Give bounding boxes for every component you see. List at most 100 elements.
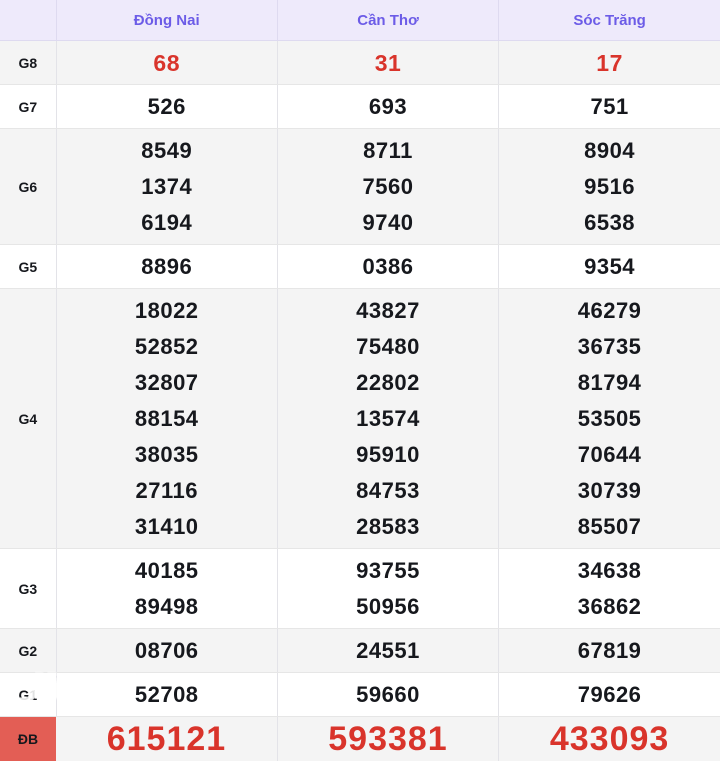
prize-number-cell: 43827754802280213574959108475328583 [277, 289, 498, 549]
prize-number-cell: 79626 [499, 673, 720, 717]
prize-row: G8 68 31 17 [0, 41, 720, 85]
prize-number: 50956 [356, 589, 420, 625]
prize-number-cell: 871175609740 [277, 129, 498, 245]
prize-number: 30739 [578, 473, 642, 509]
prize-number-cell: 68 [56, 41, 277, 85]
prize-number: 17 [596, 45, 623, 81]
prize-number-cell: 9375550956 [277, 549, 498, 629]
prize-number: 08706 [135, 633, 199, 669]
prize-label: G4 [0, 289, 56, 549]
prize-label: G3 [0, 549, 56, 629]
prize-number-cell: 4018589498 [56, 549, 277, 629]
prize-number-cell: 854913746194 [56, 129, 277, 245]
prize-number: 79626 [578, 677, 642, 713]
prize-number: 43827 [356, 293, 420, 329]
prize-number-cell: 8896 [56, 245, 277, 289]
prize-number: 18022 [135, 293, 199, 329]
prize-number: 40185 [135, 553, 199, 589]
prize-number: 59660 [356, 677, 420, 713]
prize-number: 52852 [135, 329, 199, 365]
prize-row: G5 8896 0386 9354 [0, 245, 720, 289]
prize-number-cell: 46279367358179453505706443073985507 [499, 289, 720, 549]
prize-number: 693 [369, 89, 407, 125]
header-province-1: Cần Thơ [277, 0, 498, 41]
prize-number: 28583 [356, 509, 420, 545]
prize-number: 53505 [578, 401, 642, 437]
prize-number: 8549 [141, 133, 192, 169]
prize-number-cell: 59660 [277, 673, 498, 717]
prize-label: ĐB [0, 717, 56, 761]
prize-number-cell: 593381 [277, 717, 498, 761]
prize-row: G7 526 693 751 [0, 85, 720, 129]
prize-number: 8711 [363, 133, 413, 169]
prize-row: G1527085966079626 [0, 673, 720, 717]
table-header: Đồng Nai Cần Thơ Sóc Trăng [0, 0, 720, 41]
prize-label: G5 [0, 245, 56, 289]
prize-number: 24551 [356, 633, 420, 669]
prize-number: 526 [148, 89, 186, 125]
prize-number: 93755 [356, 553, 420, 589]
prize-number: 38035 [135, 437, 199, 473]
prize-number: 433093 [550, 721, 669, 757]
prize-row: G6854913746194871175609740890495166538 [0, 129, 720, 245]
prize-number: 34638 [578, 553, 642, 589]
prize-number: 32807 [135, 365, 199, 401]
prize-number-cell: 17 [499, 41, 720, 85]
prize-number: 36735 [578, 329, 642, 365]
prize-number-cell: 24551 [277, 629, 498, 673]
prize-number: 22802 [356, 365, 420, 401]
prize-row: G2 08706 24551 67819 [0, 629, 720, 673]
prize-number: 95910 [356, 437, 420, 473]
prize-row: ĐB 615121 593381 433093 [0, 717, 720, 761]
prize-number: 81794 [578, 365, 642, 401]
prize-number-cell: 52708 [56, 673, 277, 717]
prize-label: G6 [0, 129, 56, 245]
prize-number: 70644 [578, 437, 642, 473]
prize-number: 67819 [578, 633, 642, 669]
prize-number: 0386 [363, 249, 414, 285]
prize-number: 751 [590, 89, 628, 125]
prize-number: 36862 [578, 589, 642, 625]
prize-number: 593381 [328, 721, 447, 757]
prize-number-cell: 08706 [56, 629, 277, 673]
prize-number-cell: 31 [277, 41, 498, 85]
prize-number-cell: 433093 [499, 717, 720, 761]
prize-number-cell: 9354 [499, 245, 720, 289]
prize-number: 84753 [356, 473, 420, 509]
prize-number-cell: 0386 [277, 245, 498, 289]
prize-number: 8904 [584, 133, 635, 169]
header-row: Đồng Nai Cần Thơ Sóc Trăng [0, 0, 720, 41]
prize-number: 85507 [578, 509, 642, 545]
prize-label: G8 [0, 41, 56, 85]
lottery-results-table: Đồng Nai Cần Thơ Sóc Trăng G8 68 31 17 G7 526… [0, 0, 720, 761]
prize-row: G3401858949893755509563463836862 [0, 549, 720, 629]
prize-number: 9516 [584, 169, 635, 205]
prize-number: 31 [375, 45, 402, 81]
prize-number: 88154 [135, 401, 199, 437]
prize-row: G418022528523280788154380352711631410438… [0, 289, 720, 549]
prize-number: 6538 [584, 205, 635, 241]
prize-number: 68 [153, 45, 180, 81]
prize-number: 31410 [135, 509, 199, 545]
header-prize-column [0, 0, 56, 41]
prize-number: 52708 [135, 677, 199, 713]
prize-number-cell: 3463836862 [499, 549, 720, 629]
prize-number: 9740 [363, 205, 414, 241]
table-body: G8683117G7526693751G68549137461948711756… [0, 41, 720, 761]
prize-number-cell: 67819 [499, 629, 720, 673]
prize-number: 8896 [141, 249, 192, 285]
prize-number: 13574 [356, 401, 420, 437]
prize-number: 27116 [135, 473, 197, 509]
prize-number: 75480 [356, 329, 420, 365]
prize-number: 615121 [107, 721, 226, 757]
prize-number-cell: 18022528523280788154380352711631410 [56, 289, 277, 549]
prize-number-cell: 615121 [56, 717, 277, 761]
prize-number: 46279 [578, 293, 642, 329]
prize-label: G7 [0, 85, 56, 129]
prize-number: 6194 [141, 205, 192, 241]
prize-number: 7560 [363, 169, 414, 205]
prize-label: G2 [0, 629, 56, 673]
prize-number-cell: 526 [56, 85, 277, 129]
prize-number: 9354 [584, 249, 635, 285]
header-province-2: Sóc Trăng [499, 0, 720, 41]
